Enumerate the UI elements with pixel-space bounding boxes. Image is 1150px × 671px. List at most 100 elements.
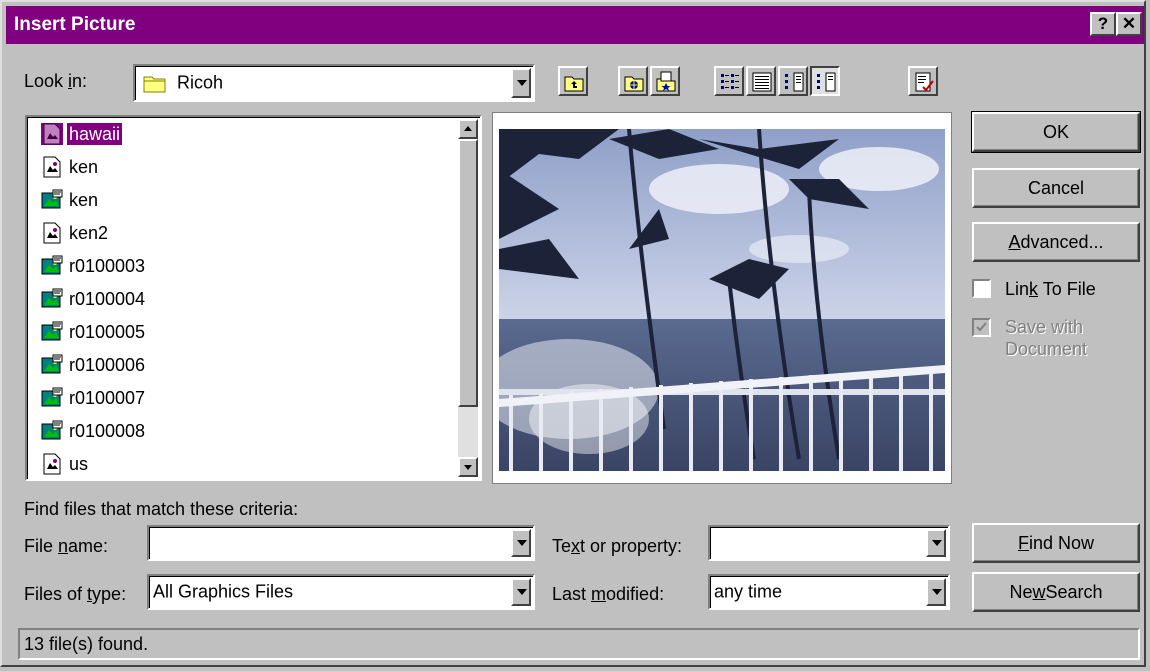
graphic-file-icon xyxy=(41,189,63,211)
files-of-type-combo[interactable]: All Graphics Files xyxy=(147,574,535,610)
file-list-item[interactable]: ken2 xyxy=(41,218,110,248)
file-name: r0100005 xyxy=(69,322,146,342)
file-name: hawaii xyxy=(67,123,123,145)
up-one-level-button[interactable] xyxy=(558,66,588,96)
search-the-web-button[interactable] xyxy=(618,66,648,96)
file-list-item[interactable]: r0100003 xyxy=(41,251,147,281)
file-name: ken xyxy=(69,157,99,177)
file-name: r0100004 xyxy=(69,289,146,309)
new-search-label: New Search xyxy=(1009,582,1103,602)
file-name: us xyxy=(69,454,89,474)
text-or-property-dropdown-arrow[interactable] xyxy=(926,529,946,557)
text-or-property-combo[interactable] xyxy=(708,525,950,561)
list-view-icon xyxy=(721,74,739,89)
preview-pane xyxy=(492,112,952,484)
new-search-button[interactable]: New Search xyxy=(972,572,1140,612)
title-bar: Insert Picture xyxy=(6,6,1144,44)
look-in-value: Ricoh xyxy=(177,72,224,93)
file-list-item[interactable]: r0100004 xyxy=(41,284,147,314)
file-list-item[interactable]: ken xyxy=(41,152,100,182)
last-modified-value: any time xyxy=(714,581,783,602)
folder-icon xyxy=(143,76,166,93)
look-in-combo[interactable]: Ricoh xyxy=(133,64,535,102)
graphic-file-icon xyxy=(41,321,63,343)
up-one-level-icon xyxy=(564,76,584,92)
graphic-file-icon xyxy=(41,387,63,409)
search-the-web-icon xyxy=(624,76,644,92)
link-to-file-checkbox[interactable] xyxy=(972,279,991,298)
file-list-item[interactable]: r0100005 xyxy=(41,317,147,347)
picture-file-icon xyxy=(41,453,63,475)
scroll-down-button[interactable] xyxy=(458,457,478,477)
file-list-item[interactable]: r0100007 xyxy=(41,383,147,413)
files-of-type-dropdown-arrow[interactable] xyxy=(511,578,531,606)
last-modified-label: Last modified: xyxy=(552,584,665,604)
link-to-file-label[interactable]: Link To File xyxy=(1005,278,1096,300)
details-view-icon xyxy=(752,72,772,92)
cancel-label: Cancel xyxy=(1027,178,1085,198)
checkmark-icon xyxy=(976,322,987,332)
file-name: r0100003 xyxy=(69,256,146,276)
list-view-button[interactable] xyxy=(714,66,744,96)
picture-file-icon xyxy=(41,222,63,244)
look-in-label: Look in: xyxy=(24,71,88,91)
ok-label: OK xyxy=(1042,122,1069,142)
picture-file-icon xyxy=(41,156,63,178)
file-name-label: File name: xyxy=(24,536,109,556)
file-name: ken2 xyxy=(69,223,109,243)
help-button[interactable]: ? xyxy=(1090,12,1116,36)
file-list-scrollbar[interactable] xyxy=(458,119,478,477)
scroll-down-icon xyxy=(464,465,472,470)
cancel-button[interactable]: Cancel xyxy=(972,168,1140,208)
save-with-document-checkbox[interactable] xyxy=(972,318,991,337)
find-now-button[interactable]: Find Now xyxy=(972,523,1140,563)
scroll-up-icon xyxy=(464,126,472,131)
advanced-label: Advanced... xyxy=(1008,232,1104,252)
preview-image xyxy=(499,129,945,471)
file-name-combo[interactable] xyxy=(147,525,535,561)
add-to-favorites-icon xyxy=(656,71,676,92)
details-view-button[interactable] xyxy=(746,66,776,96)
last-modified-combo[interactable]: any time xyxy=(708,574,950,610)
graphic-file-icon xyxy=(41,288,63,310)
ok-button[interactable]: OK xyxy=(971,111,1141,153)
files-of-type-label: Files of type: xyxy=(24,584,127,604)
files-of-type-value: All Graphics Files xyxy=(153,581,294,602)
picture-file-icon xyxy=(41,123,63,145)
file-list-item[interactable]: r0100006 xyxy=(41,350,147,380)
close-button[interactable]: ✕ xyxy=(1116,12,1142,36)
graphic-file-icon xyxy=(41,354,63,376)
criteria-heading: Find files that match these criteria: xyxy=(24,499,299,519)
file-list-item[interactable]: us xyxy=(41,449,90,479)
scroll-thumb[interactable] xyxy=(458,139,478,407)
file-name: r0100007 xyxy=(69,388,146,408)
commands-and-settings-button[interactable] xyxy=(908,66,938,96)
insert-picture-dialog: Insert Picture ? ✕ Look in: Ricoh hawaii… xyxy=(0,0,1146,667)
help-icon: ? xyxy=(1097,14,1109,33)
advanced-button[interactable]: Advanced... xyxy=(972,222,1140,262)
file-name: ken xyxy=(69,190,99,210)
file-name-dropdown-arrow[interactable] xyxy=(511,529,531,557)
close-icon: ✕ xyxy=(1121,14,1137,33)
last-modified-dropdown-arrow[interactable] xyxy=(926,578,946,606)
file-list-item[interactable]: r0100008 xyxy=(41,416,147,446)
file-list[interactable]: hawaii ken ken ken2 r0100003 r0100004 r0100005… xyxy=(25,115,482,481)
text-or-property-label: Text or property: xyxy=(552,536,683,556)
file-list-item[interactable]: hawaii xyxy=(41,119,123,149)
scroll-up-button[interactable] xyxy=(458,119,478,139)
file-name: r0100006 xyxy=(69,355,146,375)
find-now-label: Find Now xyxy=(1017,533,1095,553)
file-name: r0100008 xyxy=(69,421,146,441)
dialog-title: Insert Picture xyxy=(14,14,136,35)
graphic-file-icon xyxy=(41,420,63,442)
properties-view-button[interactable] xyxy=(778,66,808,96)
graphic-file-icon xyxy=(41,255,63,277)
file-list-item[interactable]: ken xyxy=(41,185,100,215)
status-bar: 13 file(s) found. xyxy=(18,628,1140,660)
status-text: 13 file(s) found. xyxy=(24,634,149,654)
add-to-favorites-button[interactable] xyxy=(650,66,680,96)
preview-view-icon xyxy=(817,72,836,92)
look-in-dropdown-arrow[interactable] xyxy=(511,68,531,98)
preview-view-button[interactable] xyxy=(810,66,840,96)
properties-view-icon xyxy=(785,72,804,92)
